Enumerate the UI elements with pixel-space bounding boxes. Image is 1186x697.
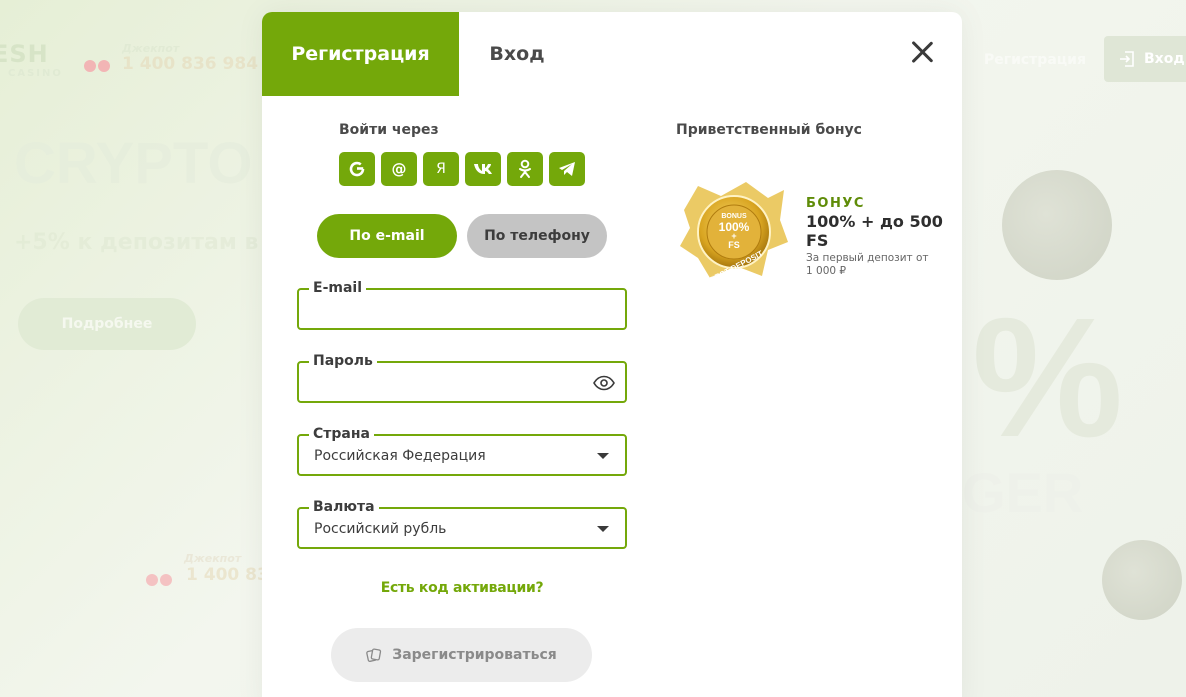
bg-jackpot2-label: Джекпот <box>184 552 242 565</box>
vk-login-button[interactable] <box>465 152 501 186</box>
eye-icon[interactable] <box>593 375 615 391</box>
bg-promo-word: GER <box>962 461 1084 524</box>
badge-top-text: BONUS <box>721 213 747 220</box>
bg-logo: ESH <box>0 40 49 68</box>
register-button-label: Зарегистрироваться <box>392 647 557 663</box>
chevron-down-icon <box>597 526 609 532</box>
vk-icon <box>474 164 492 174</box>
yandex-icon: Я <box>436 161 446 177</box>
method-email-button[interactable]: По e-mail <box>317 214 457 258</box>
tab-registration[interactable]: Регистрация <box>262 12 459 96</box>
bg-login-button: Вход <box>1104 36 1186 82</box>
bonus-note: За первый депозит от 1 000 ₽ <box>806 252 929 277</box>
country-value: Российская Федерация <box>314 448 486 464</box>
modal-tabs: Регистрация Вход <box>262 12 962 96</box>
ok-login-button[interactable] <box>507 152 543 186</box>
currency-value: Российский рубль <box>314 521 447 537</box>
bg-hero-title: CRYPTO <box>14 131 253 196</box>
country-select[interactable]: Страна Российская Федерация <box>297 426 627 476</box>
bg-promo-percent: % <box>972 283 1124 473</box>
cards-icon <box>366 648 382 662</box>
welcome-bonus-title: Приветственный бонус <box>676 122 862 138</box>
at-icon: @ <box>391 160 407 178</box>
bg-hero-subtitle: +5% к депозитам в <box>14 230 259 255</box>
telegram-login-button[interactable] <box>549 152 585 186</box>
bonus-badge-icon: BONUS 100% + FS FIRST DEPOSIT <box>680 182 788 280</box>
bg-more-button: Подробнее <box>18 298 196 350</box>
yandex-login-button[interactable]: Я <box>423 152 459 186</box>
chevron-down-icon <box>597 453 609 459</box>
bg-register-link: Регистрация <box>984 52 1086 68</box>
email-input[interactable] <box>299 290 625 328</box>
close-icon[interactable] <box>910 40 934 64</box>
coin-icon <box>1102 540 1182 620</box>
bg-login-label: Вход <box>1144 51 1185 67</box>
password-field[interactable]: Пароль <box>297 353 627 403</box>
google-icon <box>349 161 365 177</box>
bg-jackpot-value: 1 400 836 984 ₽ <box>122 54 276 74</box>
cherry-icon <box>146 562 172 586</box>
login-via-label: Войти через <box>339 122 439 138</box>
bonus-headline: 100% + до 500 FS <box>806 212 943 250</box>
badge-fs-text: FS <box>728 240 740 250</box>
mail-login-button[interactable]: @ <box>381 152 417 186</box>
bg-logo-subtitle: CASINO <box>8 68 63 79</box>
login-icon <box>1120 51 1134 67</box>
cherry-icon <box>84 48 110 72</box>
currency-label: Валюта <box>309 499 379 515</box>
odnoklassniki-icon <box>519 159 531 178</box>
telegram-icon <box>559 162 575 176</box>
country-label: Страна <box>309 426 374 442</box>
tab-login[interactable]: Вход <box>459 12 575 96</box>
register-button[interactable]: Зарегистрироваться <box>331 628 592 682</box>
bg-promo-art: % GER <box>962 110 1186 630</box>
social-login-group: @ Я <box>339 152 585 186</box>
activation-code-link[interactable]: Есть код активации? <box>262 580 662 596</box>
coin-icon <box>1002 170 1112 280</box>
google-login-button[interactable] <box>339 152 375 186</box>
registration-modal: Регистрация Вход Войти через @ Я По e-ma… <box>262 12 962 697</box>
currency-select[interactable]: Валюта Российский рубль <box>297 499 627 549</box>
email-field[interactable]: E-mail <box>297 280 627 330</box>
password-input[interactable] <box>299 363 625 401</box>
bonus-kicker: БОНУС <box>806 196 865 211</box>
method-phone-button[interactable]: По телефону <box>467 214 607 258</box>
